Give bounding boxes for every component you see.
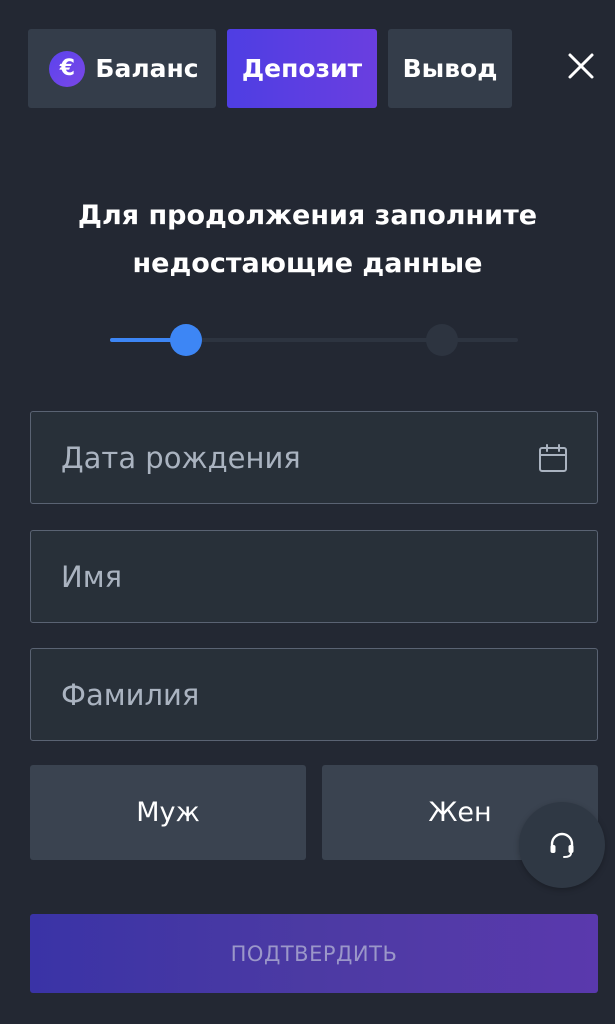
support-chat-button[interactable] [519, 802, 605, 888]
step-1-dot [170, 324, 202, 356]
euro-icon: € [49, 50, 86, 87]
page-title: Для продолжения заполните недостающие да… [0, 192, 615, 288]
last-name-input[interactable] [61, 649, 597, 740]
close-button[interactable] [566, 51, 596, 81]
page-title-line-2: недостающие данные [132, 248, 483, 279]
close-icon [568, 53, 594, 79]
confirm-button-label: ПОДТВЕРДИТЬ [230, 941, 398, 966]
calendar-icon[interactable] [537, 442, 569, 474]
tab-withdraw[interactable]: Вывод [388, 29, 512, 108]
tab-deposit[interactable]: Депозит [227, 29, 377, 108]
tab-balance[interactable]: € Баланс [28, 29, 216, 108]
headset-icon [550, 832, 574, 858]
step-progress [110, 322, 520, 358]
confirm-button[interactable]: ПОДТВЕРДИТЬ [30, 914, 598, 993]
tab-deposit-label: Депозит [241, 54, 363, 83]
first-name-input[interactable] [61, 531, 597, 622]
step-2-dot [426, 324, 458, 356]
birth-date-field[interactable] [30, 411, 598, 504]
wallet-tabs: € Баланс Депозит Вывод [28, 29, 512, 108]
last-name-field[interactable] [30, 648, 598, 741]
page-title-line-1: Для продолжения заполните [77, 200, 538, 231]
tab-withdraw-label: Вывод [402, 54, 498, 83]
gender-male-button[interactable]: Муж [30, 765, 306, 860]
gender-male-label: Муж [136, 797, 200, 828]
birth-date-input[interactable] [61, 412, 597, 503]
first-name-field[interactable] [30, 530, 598, 623]
deposit-screen: € Баланс Депозит Вывод Для продолжения з… [0, 0, 615, 1024]
tab-balance-label: Баланс [95, 54, 199, 83]
gender-female-label: Жен [428, 797, 492, 828]
